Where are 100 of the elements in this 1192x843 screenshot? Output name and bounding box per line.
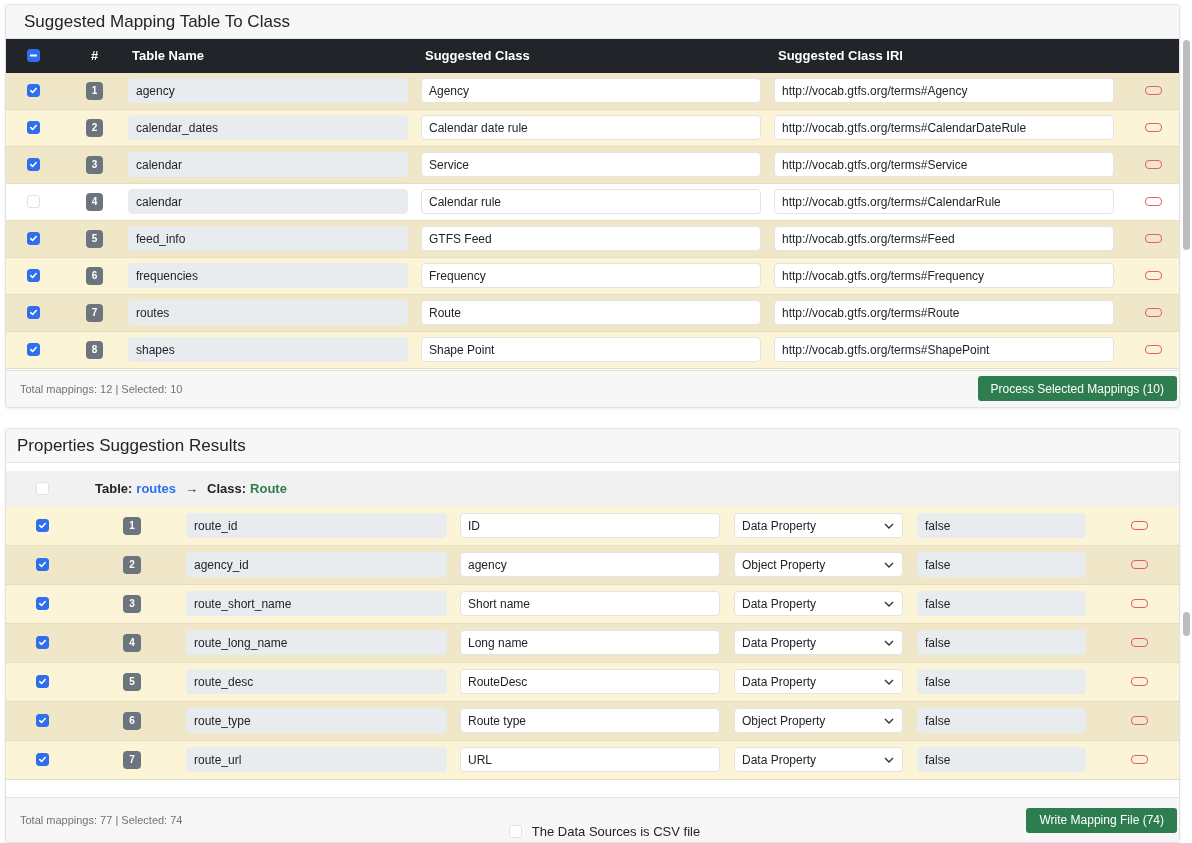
class-input[interactable]: Shape Point: [421, 337, 761, 363]
row-checkbox[interactable]: [35, 636, 49, 649]
remove-button[interactable]: [1144, 160, 1162, 170]
label-input[interactable]: ID: [460, 513, 720, 538]
class-iri-input[interactable]: http://vocab.gtfs.org/terms#CalendarDateRule: [774, 115, 1114, 141]
column-name-field: route_url: [186, 747, 447, 772]
label-input[interactable]: Long name: [460, 630, 720, 655]
label-input[interactable]: Route type: [460, 708, 720, 733]
column-name-field: route_long_name: [186, 630, 447, 655]
row-checkbox[interactable]: [27, 84, 40, 98]
remove-button[interactable]: [1131, 677, 1148, 686]
label-input[interactable]: RouteDesc: [460, 669, 720, 694]
check-icon: [29, 308, 38, 318]
class-iri-input[interactable]: http://vocab.gtfs.org/terms#ShapePoint: [774, 337, 1114, 363]
remove-button[interactable]: [1144, 271, 1162, 281]
property-type-select[interactable]: Data Property: [734, 747, 903, 772]
value-field: false: [917, 669, 1086, 694]
check-icon: [37, 677, 47, 686]
row-checkbox[interactable]: [35, 714, 49, 727]
value-field: false: [917, 708, 1086, 733]
row-checkbox[interactable]: [35, 675, 49, 688]
row-checkbox[interactable]: [35, 519, 49, 532]
csv-option[interactable]: The Data Sources is CSV file: [508, 823, 701, 839]
write-button[interactable]: Write Mapping File (74): [1026, 807, 1177, 833]
row-checkbox[interactable]: [35, 597, 49, 610]
class-input[interactable]: Agency: [421, 78, 761, 104]
group-checkbox[interactable]: [35, 482, 49, 495]
class-input[interactable]: Route: [421, 300, 761, 326]
check-icon: [37, 521, 47, 530]
row-checkbox[interactable]: [27, 232, 40, 246]
table-name-field: agency: [128, 78, 408, 104]
csv-checkbox[interactable]: [508, 824, 522, 838]
class-input[interactable]: Frequency: [421, 263, 761, 289]
remove-button[interactable]: [1131, 521, 1148, 530]
check-icon: [29, 234, 38, 244]
chevron-down-icon: [884, 717, 894, 724]
panel-title: Suggested Mapping Table To Class: [6, 5, 1179, 39]
property-type-select[interactable]: Data Property: [734, 669, 903, 694]
table-name-field: shapes: [128, 337, 408, 363]
row-number-badge: 3: [123, 594, 141, 613]
class-iri-input[interactable]: http://vocab.gtfs.org/terms#Service: [774, 152, 1114, 178]
row-number-badge: 5: [85, 229, 104, 248]
check-icon: [29, 271, 38, 281]
select-all-checkbox[interactable]: [27, 49, 40, 63]
class-iri-input[interactable]: http://vocab.gtfs.org/terms#Route: [774, 300, 1114, 326]
check-icon: [37, 716, 47, 725]
value-field: false: [917, 552, 1086, 577]
class-iri-input[interactable]: http://vocab.gtfs.org/terms#Frequency: [774, 263, 1114, 289]
row-checkbox[interactable]: [27, 158, 40, 172]
row-checkbox[interactable]: [35, 558, 49, 571]
class-input[interactable]: GTFS Feed: [421, 226, 761, 252]
class-input[interactable]: Calendar date rule: [421, 115, 761, 141]
row-checkbox[interactable]: [27, 343, 40, 357]
label-input[interactable]: URL: [460, 747, 720, 772]
row-checkbox[interactable]: [27, 121, 40, 135]
class-iri-input[interactable]: http://vocab.gtfs.org/terms#CalendarRule: [774, 189, 1114, 215]
table-name-field: feed_info: [128, 226, 408, 252]
row-number-badge: 6: [123, 711, 141, 730]
remove-button[interactable]: [1144, 345, 1162, 355]
remove-button[interactable]: [1131, 599, 1148, 608]
row-number-badge: 5: [123, 672, 141, 691]
chevron-down-icon: [884, 756, 894, 763]
property-type-select[interactable]: Object Property: [734, 708, 903, 733]
column-header: Suggested Class IRI: [777, 48, 903, 64]
label-input[interactable]: Short name: [460, 591, 720, 616]
remove-button[interactable]: [1144, 123, 1162, 133]
row-checkbox[interactable]: [35, 753, 49, 766]
class-input[interactable]: Service: [421, 152, 761, 178]
value-field: false: [917, 630, 1086, 655]
remove-button[interactable]: [1131, 638, 1148, 647]
property-type-select[interactable]: Data Property: [734, 630, 903, 655]
scrollbar[interactable]: [1183, 40, 1190, 250]
check-icon: [29, 123, 38, 133]
chevron-down-icon: [884, 600, 894, 607]
class-iri-input[interactable]: http://vocab.gtfs.org/terms#Feed: [774, 226, 1114, 252]
property-type-select[interactable]: Object Property: [734, 552, 903, 577]
class-input[interactable]: Calendar rule: [421, 189, 761, 215]
row-number-badge: 1: [85, 81, 104, 100]
remove-button[interactable]: [1144, 86, 1162, 96]
chevron-down-icon: [884, 639, 894, 646]
chevron-down-icon: [884, 522, 894, 529]
remove-button[interactable]: [1144, 197, 1162, 207]
scrollbar[interactable]: [1183, 612, 1190, 636]
remove-button[interactable]: [1131, 560, 1148, 569]
property-type-select[interactable]: Data Property: [734, 513, 903, 538]
remove-button[interactable]: [1131, 755, 1148, 764]
property-type-select[interactable]: Data Property: [734, 591, 903, 616]
remove-button[interactable]: [1131, 716, 1148, 725]
column-name-field: route_id: [186, 513, 447, 538]
row-checkbox[interactable]: [27, 306, 40, 320]
class-iri-input[interactable]: http://vocab.gtfs.org/terms#Agency: [774, 78, 1114, 104]
label-input[interactable]: agency: [460, 552, 720, 577]
remove-button[interactable]: [1144, 234, 1162, 244]
row-checkbox[interactable]: [27, 269, 40, 283]
process-button[interactable]: Process Selected Mappings (10): [977, 376, 1177, 402]
row-number-badge: 4: [85, 192, 104, 211]
check-icon: [37, 560, 47, 569]
column-name-field: route_type: [186, 708, 447, 733]
remove-button[interactable]: [1144, 308, 1162, 318]
check-icon: [29, 345, 38, 355]
